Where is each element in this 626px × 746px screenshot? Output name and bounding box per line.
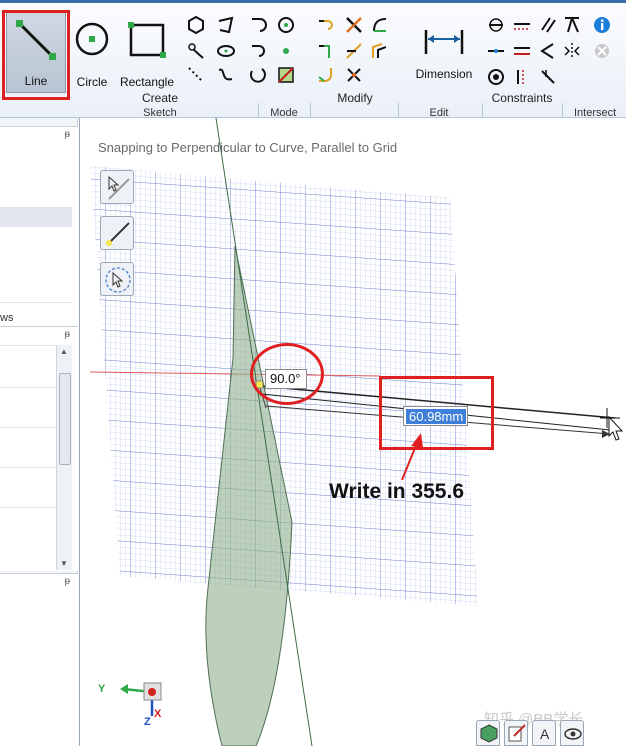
panel-row[interactable] [0,467,56,487]
dimension-icon [424,30,464,54]
dimension-highlight [379,376,494,450]
pin-icon[interactable]: ᵽ [64,329,70,340]
fillet-icon[interactable] [316,65,336,85]
tangent-icon[interactable] [562,15,582,35]
panel-row[interactable] [0,427,56,447]
move-tool-button[interactable] [100,262,134,296]
dimension-tool-label: Dimension [415,67,473,81]
spline-icon[interactable] [216,65,236,85]
dimension-tool-button[interactable]: Dimension [408,11,480,93]
svg-text:A: A [540,726,550,742]
snap-status-text: Snapping to Perpendicular to Curve, Para… [98,140,398,155]
polyline-icon[interactable] [216,15,236,35]
trim-icon[interactable] [316,15,336,35]
scroll-down-icon[interactable]: ▼ [60,559,68,568]
ribbon: Line Circle Rectangle Create Sketch Mode [0,0,626,121]
left-panel: ᵽ ws ᵽ ▲ ▼ ᵽ [0,118,78,746]
view-cube-button[interactable] [476,720,500,746]
bend-icon[interactable] [370,15,390,35]
perpendicular-icon[interactable] [538,15,558,35]
pin-icon[interactable]: ᵽ [64,129,70,140]
scroll-thumb[interactable] [59,373,71,465]
panel-row[interactable] [0,507,56,527]
sketch-view-button[interactable] [504,720,528,746]
angle-icon[interactable] [538,41,558,61]
info-icon[interactable] [592,15,612,35]
ellipse-icon[interactable] [216,41,236,61]
annotation-view-button[interactable]: A [532,720,556,746]
three-point-arc-icon[interactable] [248,65,268,85]
constraints-group-label: Constraints [491,91,553,105]
cube-icon [480,724,498,743]
mid-point-icon[interactable] [538,67,558,87]
polygon-icon[interactable] [186,15,206,35]
mouse-cursor-icon [608,415,624,441]
triad-y-arrowhead [120,684,128,694]
sweep-arc-icon[interactable] [248,41,268,61]
panel-row[interactable] [0,207,72,227]
modify-group-label: Modify [337,91,373,105]
horizontal-icon[interactable] [486,41,506,61]
face-curve-icon[interactable] [276,65,296,85]
line-snap-tool-button[interactable] [100,216,134,250]
project-icon[interactable] [344,65,364,85]
options-panel: ᵽ ▲ ▼ [0,326,78,571]
parallel-icon[interactable] [512,15,532,35]
angle-highlight [250,343,324,405]
sketch-scene [89,118,624,746]
panel-fragment-label: ws [0,312,14,324]
select-arrow-icon [108,175,130,200]
structure-panel: ᵽ ws [0,126,78,326]
annotation-a-icon: A [540,726,550,742]
instruction-annotation: Write in 355.6 [329,480,465,503]
triad-x-label: X [154,708,162,720]
triad-origin [148,688,156,696]
tangent-line-icon[interactable] [186,41,206,61]
circle-icon [75,22,109,56]
select-tool-button[interactable] [100,170,134,204]
delete-constraint-icon[interactable] [592,41,612,61]
extend-icon[interactable] [344,41,364,61]
symmetric-icon[interactable] [562,41,582,61]
scrollbar[interactable]: ▲ ▼ [56,345,72,570]
visibility-button[interactable] [560,720,584,746]
offset-icon[interactable] [370,41,390,61]
split-icon[interactable] [344,15,364,35]
construction-line-icon[interactable] [186,65,206,85]
rectangle-icon [128,22,166,58]
design-viewport[interactable]: Snapping to Perpendicular to Curve, Para… [79,118,626,746]
rectangle-tool-label: Rectangle [119,75,175,89]
concentric-icon[interactable] [486,67,506,87]
sketch-pencil-icon [508,724,526,742]
pin-icon[interactable]: ᵽ [64,576,70,587]
eye-icon [564,728,582,740]
triad-z-label: Z [144,716,151,728]
circle-tool-button[interactable]: Circle [68,11,116,93]
rectangle-tool-button[interactable]: Rectangle [114,11,180,93]
coincident-icon[interactable] [486,15,506,35]
equal-icon[interactable] [512,41,532,61]
move-arrow-icon [105,267,131,293]
triad-y-label: Y [98,683,106,695]
circle-tool-label: Circle [76,75,108,89]
fixed-icon[interactable] [512,67,532,87]
pencil-line-icon [106,222,130,246]
properties-panel: ᵽ [0,573,78,746]
panel-row[interactable] [0,345,56,365]
panel-row[interactable] [0,387,56,407]
point-icon[interactable] [276,41,296,61]
arc-icon[interactable] [248,15,268,35]
spline-circle-icon[interactable] [276,15,296,35]
scroll-up-icon[interactable]: ▲ [60,347,68,356]
create-group-label: Create [141,91,179,105]
line-tool-highlight [2,10,70,100]
corner-icon[interactable] [316,41,336,61]
